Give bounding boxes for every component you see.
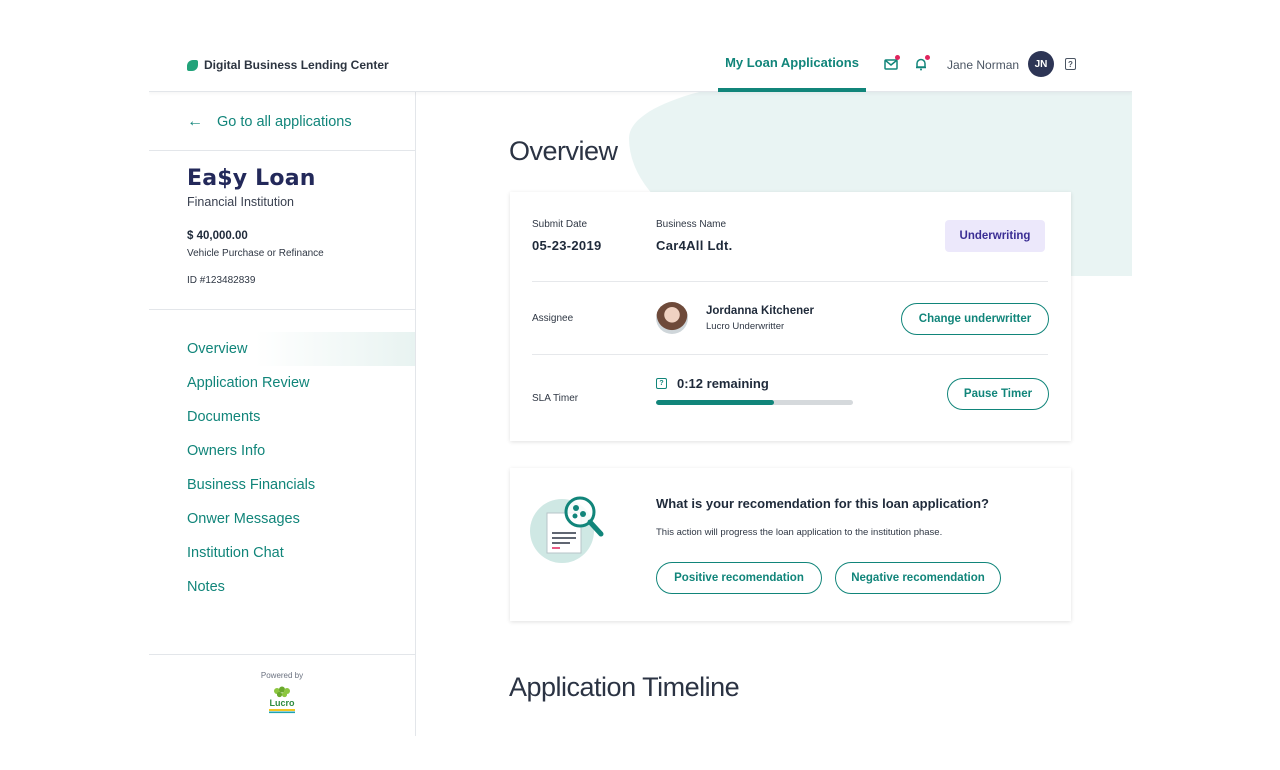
brand-leaf-icon bbox=[187, 59, 198, 71]
assignee-role: Lucro Underwritter bbox=[706, 321, 785, 332]
recommendation-card: What is your recomendation for this loan… bbox=[510, 468, 1071, 621]
sidebar-item-overview[interactable]: Overview bbox=[149, 332, 415, 366]
timer-icon: ? bbox=[656, 378, 667, 389]
sla-progress-bar bbox=[656, 400, 853, 405]
pause-timer-button[interactable]: Pause Timer bbox=[947, 378, 1049, 410]
divider bbox=[149, 150, 415, 151]
divider bbox=[532, 281, 1048, 282]
sla-remaining: 0:12 remaining bbox=[677, 376, 769, 391]
arrow-left-icon: ← bbox=[187, 113, 203, 130]
app-window: Digital Business Lending Center My Loan … bbox=[149, 36, 1132, 736]
mail-notification-dot bbox=[895, 55, 900, 60]
top-bar: Digital Business Lending Center My Loan … bbox=[149, 36, 1132, 92]
business-name-value: Car4All Ldt. bbox=[656, 238, 733, 253]
divider bbox=[149, 654, 415, 655]
user-name[interactable]: Jane Norman bbox=[947, 58, 1019, 72]
bell-notification-dot bbox=[925, 55, 930, 60]
sidebar-item-owners-info[interactable]: Owners Info bbox=[149, 434, 415, 468]
loan-purpose: Vehicle Purchase or Refinance bbox=[187, 248, 324, 259]
sidebar-menu: Overview Application Review Documents Ow… bbox=[149, 332, 415, 604]
sidebar-item-owner-messages[interactable]: Onwer Messages bbox=[149, 502, 415, 536]
positive-recommendation-button[interactable]: Positive recomendation bbox=[656, 562, 822, 594]
back-link[interactable]: ← Go to all applications bbox=[187, 113, 352, 131]
lender-logo: Ea$y Loan bbox=[187, 166, 316, 191]
divider bbox=[532, 354, 1048, 355]
powered-by-label: Powered by bbox=[260, 671, 304, 680]
sidebar-item-documents[interactable]: Documents bbox=[149, 400, 415, 434]
sidebar-item-application-review[interactable]: Application Review bbox=[149, 366, 415, 400]
bell-icon[interactable] bbox=[914, 55, 930, 71]
sidebar: ← Go to all applications Ea$y Loan Finan… bbox=[149, 92, 416, 736]
divider bbox=[149, 309, 415, 310]
svg-text:Lucro: Lucro bbox=[269, 698, 295, 708]
brand-title: Digital Business Lending Center bbox=[204, 58, 389, 72]
submit-date-label: Submit Date bbox=[532, 219, 588, 230]
assignee-name: Jordanna Kitchener bbox=[706, 305, 814, 317]
recommendation-question: What is your recomendation for this loan… bbox=[656, 496, 989, 511]
negative-recommendation-button[interactable]: Negative recomendation bbox=[835, 562, 1001, 594]
submit-date-value: 05-23-2019 bbox=[532, 238, 602, 253]
status-badge: Underwriting bbox=[945, 220, 1045, 252]
avatar[interactable]: JN bbox=[1028, 51, 1054, 77]
back-link-label: Go to all applications bbox=[217, 114, 352, 130]
sla-timer-label: SLA Timer bbox=[532, 393, 579, 404]
recommendation-note: This action will progress the loan appli… bbox=[656, 527, 943, 538]
brand[interactable]: Digital Business Lending Center bbox=[187, 58, 389, 72]
tab-my-loan-applications[interactable]: My Loan Applications bbox=[718, 36, 866, 92]
lender-type: Financial Institution bbox=[187, 195, 295, 209]
overview-card: Submit Date 05-23-2019 Business Name Car… bbox=[510, 192, 1071, 441]
page-title: Overview bbox=[509, 136, 618, 166]
help-icon[interactable]: ? bbox=[1065, 58, 1076, 70]
sidebar-item-institution-chat[interactable]: Institution Chat bbox=[149, 536, 415, 570]
business-name-label: Business Name bbox=[656, 219, 727, 230]
timeline-title: Application Timeline bbox=[509, 672, 740, 702]
application-id: ID #123482839 bbox=[187, 275, 256, 286]
sidebar-item-business-financials[interactable]: Business Financials bbox=[149, 468, 415, 502]
sidebar-item-notes[interactable]: Notes bbox=[149, 570, 415, 604]
sla-progress-fill bbox=[656, 400, 775, 405]
document-search-illustration bbox=[530, 495, 610, 565]
mail-icon[interactable] bbox=[884, 55, 900, 71]
change-underwriter-button[interactable]: Change underwritter bbox=[901, 303, 1049, 335]
loan-amount: $ 40,000.00 bbox=[187, 230, 248, 242]
assignee-avatar bbox=[656, 302, 688, 334]
assignee-label: Assignee bbox=[532, 313, 574, 324]
lucro-logo: Lucro bbox=[266, 686, 298, 714]
